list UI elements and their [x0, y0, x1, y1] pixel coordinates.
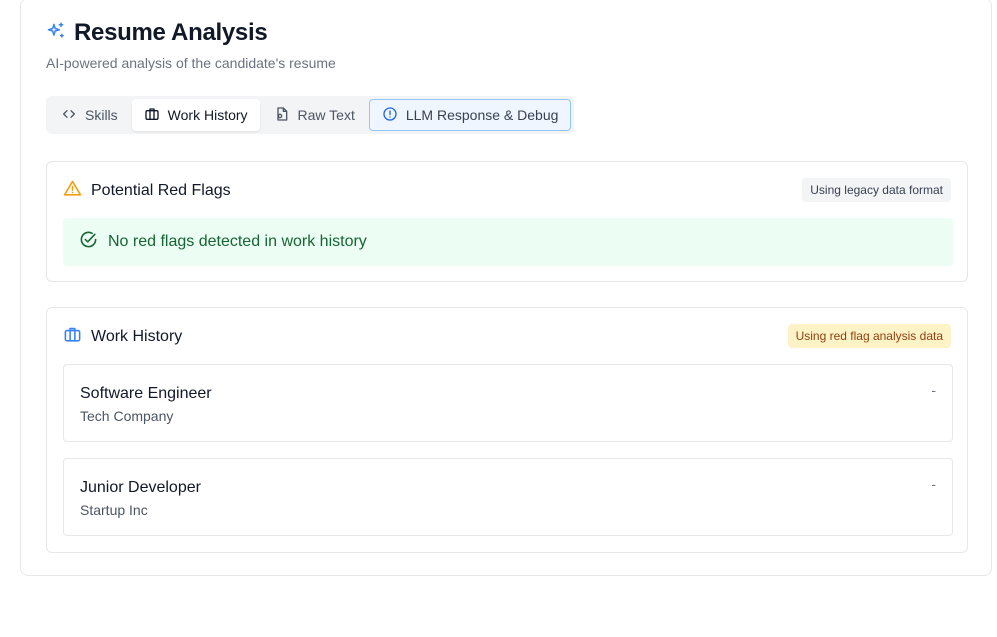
warning-icon: [63, 179, 82, 203]
work-history-title: Work History: [91, 328, 183, 345]
job-entry: Software Engineer Tech Company -: [63, 364, 953, 442]
tab-llm-response-debug-label: LLM Response & Debug: [405, 107, 559, 123]
title-row: Resume Analysis: [46, 19, 336, 47]
file-icon: [274, 106, 290, 125]
job-dates: -: [931, 476, 936, 492]
analysis-card: Resume Analysis AI-powered analysis of t…: [20, 0, 992, 576]
tab-work-history[interactable]: Work History: [131, 99, 260, 131]
tab-raw-text[interactable]: Raw Text: [262, 99, 367, 131]
tab-raw-text-label: Raw Text: [297, 107, 355, 123]
red-flags-title: Potential Red Flags: [91, 182, 231, 199]
job-company: Startup Inc: [80, 502, 148, 518]
no-red-flags-message: No red flags detected in work history: [63, 218, 953, 266]
check-circle-icon: [79, 230, 98, 254]
red-flag-analysis-badge: Using red flag analysis data: [787, 324, 951, 348]
job-title: Junior Developer: [80, 479, 201, 496]
tab-skills-label: Skills: [85, 107, 118, 123]
tab-llm-response-debug[interactable]: LLM Response & Debug: [368, 99, 572, 131]
tab-work-history-label: Work History: [167, 107, 248, 123]
briefcase-icon: [63, 325, 82, 349]
job-entry: Junior Developer Startup Inc -: [63, 458, 953, 536]
alert-circle-icon: [382, 106, 398, 125]
page-title: Resume Analysis: [74, 19, 268, 46]
red-flags-header: Potential Red Flags: [63, 179, 231, 203]
work-history-header: Work History: [63, 325, 182, 349]
work-history-panel: Work History Using red flag analysis dat…: [46, 307, 968, 553]
sparkles-icon: [46, 21, 66, 46]
job-company: Tech Company: [80, 408, 174, 424]
red-flags-panel: Potential Red Flags Using legacy data fo…: [46, 161, 968, 282]
legacy-format-badge: Using legacy data format: [802, 178, 951, 202]
tab-skills[interactable]: Skills: [49, 99, 130, 131]
no-red-flags-text: No red flags detected in work history: [108, 233, 367, 250]
job-title: Software Engineer: [80, 385, 212, 402]
tab-bar: Skills Work History Raw Text LLM Respons…: [46, 96, 575, 134]
page-subtitle: AI-powered analysis of the candidate's r…: [46, 55, 336, 71]
header: Resume Analysis AI-powered analysis of t…: [46, 19, 336, 71]
briefcase-icon: [144, 106, 160, 125]
job-dates: -: [931, 382, 936, 398]
code-icon: [61, 106, 77, 125]
